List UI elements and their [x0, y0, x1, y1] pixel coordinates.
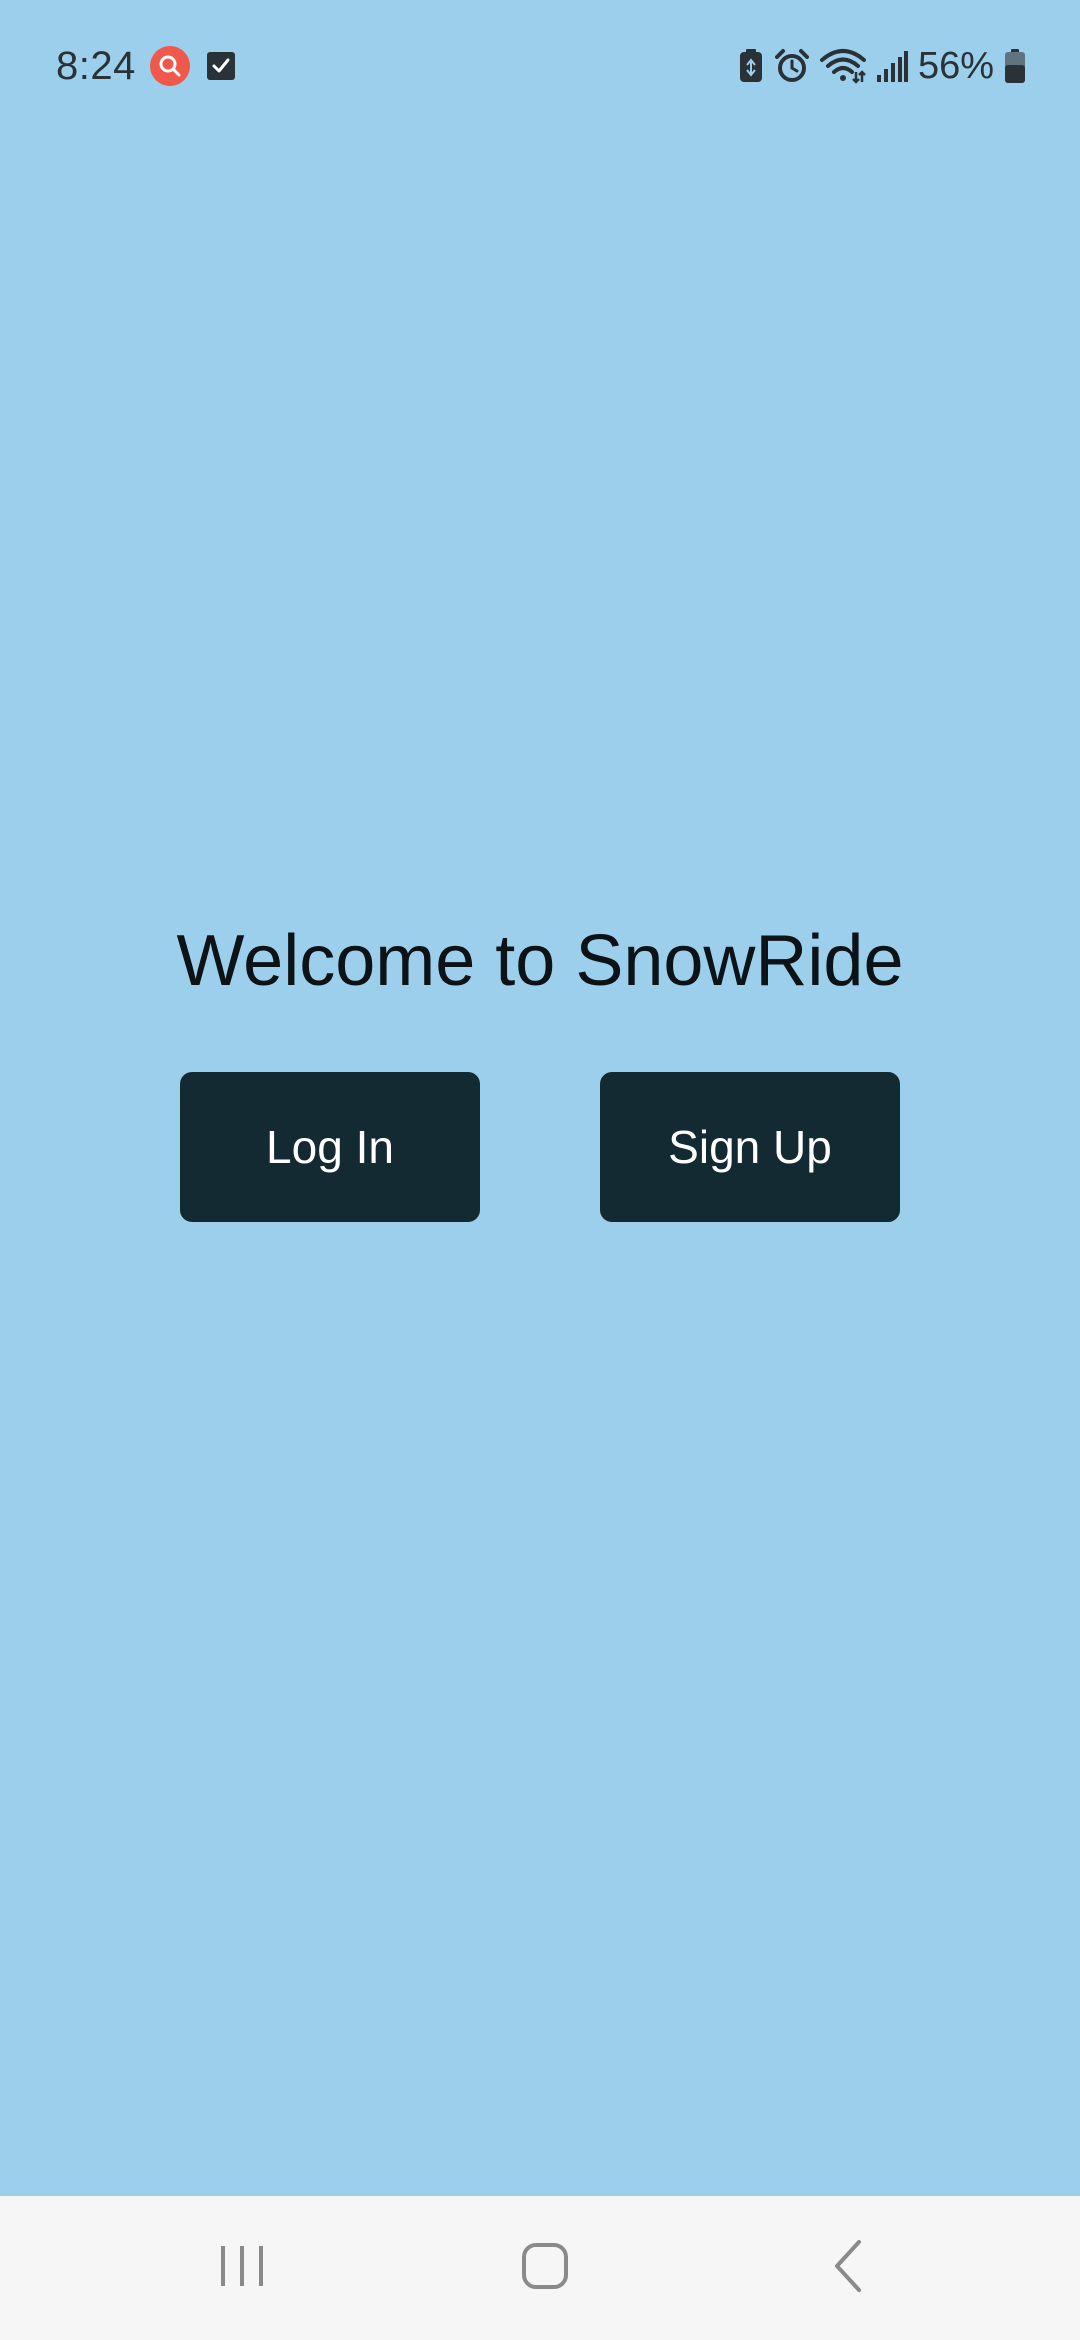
signup-button[interactable]: Sign Up — [600, 1072, 900, 1222]
wifi-icon — [819, 48, 866, 84]
search-notification-icon — [149, 46, 190, 86]
home-button[interactable] — [445, 2196, 645, 2340]
recents-button[interactable] — [142, 2196, 342, 2340]
status-left: 8:24 — [56, 36, 236, 96]
back-icon — [831, 2238, 865, 2299]
back-button[interactable] — [748, 2196, 948, 2340]
screen: 8:24 56% Welcome to SnowRide Log In Sign… — [0, 0, 1080, 2340]
recents-icon — [217, 2242, 267, 2295]
home-icon — [520, 2241, 570, 2296]
status-time: 8:24 — [56, 43, 136, 88]
navigation-bar — [0, 2196, 1080, 2340]
battery-percentage: 56% — [917, 44, 994, 87]
login-button[interactable]: Log In — [180, 1072, 480, 1222]
battery-icon — [1004, 48, 1026, 84]
signal-icon — [876, 49, 908, 83]
task-check-icon — [206, 50, 236, 82]
status-bar: 8:24 56% — [0, 0, 1080, 130]
battery-saver-icon — [738, 48, 764, 84]
status-right: 56% — [728, 36, 1026, 96]
welcome-title: Welcome to SnowRide — [176, 921, 904, 1001]
signup-button-label: Sign Up — [668, 1121, 832, 1173]
alarm-icon — [774, 48, 810, 84]
login-button-label: Log In — [266, 1121, 394, 1173]
